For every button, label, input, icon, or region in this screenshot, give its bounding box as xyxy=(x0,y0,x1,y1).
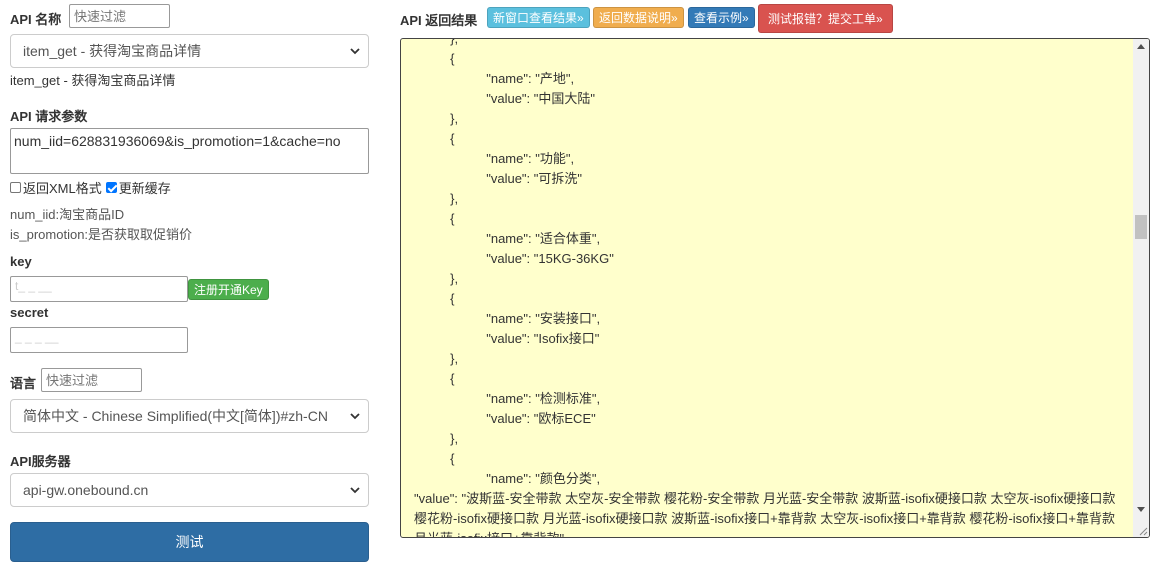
params-textarea[interactable] xyxy=(10,128,369,174)
chevron-down-icon xyxy=(350,413,360,420)
code-line: }, xyxy=(414,271,459,286)
xml-checkbox[interactable]: 返回XML格式 xyxy=(10,178,102,197)
new-window-button[interactable]: 新窗口查看结果» xyxy=(487,7,590,28)
code-line: { xyxy=(414,371,455,386)
code-line: { xyxy=(414,211,455,226)
code-line: }, xyxy=(414,351,459,366)
code-line: "value": "中国大陆" xyxy=(414,91,595,106)
xml-checkbox-label: 返回XML格式 xyxy=(23,181,102,196)
code-line: "name": "适合体重", xyxy=(414,231,601,246)
params-label: API 请求参数 xyxy=(10,109,88,124)
code-line: "value": "可拆洗" xyxy=(414,171,582,186)
key-label: key xyxy=(10,254,32,269)
code-line: "value": "15KG-36KG" xyxy=(414,251,614,266)
server-select-value: api-gw.onebound.cn xyxy=(23,482,149,498)
cache-checkbox-label: 更新缓存 xyxy=(118,181,171,196)
api-selected-text: item_get - 获得淘宝商品详情 xyxy=(10,73,176,88)
key-input[interactable]: t_ _ __ xyxy=(10,276,188,302)
code-line: }, xyxy=(414,38,459,46)
resize-handle-icon[interactable] xyxy=(1138,526,1148,536)
server-label: API服务器 xyxy=(10,454,71,469)
xml-checkbox-box[interactable] xyxy=(10,182,21,193)
code-line: }, xyxy=(414,191,459,206)
scroll-down-icon[interactable] xyxy=(1137,507,1145,513)
chevron-down-icon xyxy=(350,48,360,55)
test-button[interactable]: 测试 xyxy=(10,522,369,562)
scrollbar-thumb[interactable] xyxy=(1135,215,1147,239)
code-line: "name": "颜色分类", xyxy=(414,471,601,486)
result-code: }, { "name": "产地", "value": "中国大陆" }, { … xyxy=(414,38,1124,537)
result-output[interactable]: }, { "name": "产地", "value": "中国大陆" }, { … xyxy=(400,38,1150,538)
result-label: API 返回结果 xyxy=(400,13,478,28)
example-button[interactable]: 查看示例» xyxy=(688,7,755,28)
code-line: { xyxy=(414,131,455,146)
api-select-value: item_get - 获得淘宝商品详情 xyxy=(23,43,202,59)
code-line: "name": "产地", xyxy=(414,71,575,86)
code-line: { xyxy=(414,51,455,66)
lang-select[interactable]: 简体中文 - Chinese Simplified(中文[简体])#zh-CN xyxy=(10,399,369,433)
secret-label: secret xyxy=(10,305,49,320)
return-doc-button[interactable]: 返回数据说明» xyxy=(593,7,684,28)
chevron-down-icon xyxy=(350,487,360,494)
secret-input[interactable]: _ _ _ __ xyxy=(10,327,188,353)
code-line: }, xyxy=(414,431,459,446)
scroll-up-icon[interactable] xyxy=(1137,43,1145,49)
code-line: { xyxy=(414,291,455,306)
code-line: }, xyxy=(414,111,459,126)
param-help-num-iid: num_iid:淘宝商品ID xyxy=(10,207,125,222)
code-line: "name": "安装接口", xyxy=(414,311,601,326)
code-line: "name": "检测标准", xyxy=(414,391,601,406)
lang-filter-input[interactable] xyxy=(41,368,142,392)
code-line: "value": "Isofix接口" xyxy=(414,331,600,346)
code-line: "name": "功能", xyxy=(414,151,575,166)
report-button[interactable]: 测试报错？提交工单» xyxy=(758,4,893,33)
code-line: "value": "欧标ECE" xyxy=(414,411,596,426)
lang-label: 语言 xyxy=(10,376,37,391)
code-line: "value": "波斯蓝-安全带款 太空灰-安全带款 樱花粉-安全带款 月光蓝… xyxy=(414,491,1116,537)
cache-checkbox[interactable]: 更新缓存 xyxy=(105,178,171,197)
server-select[interactable]: api-gw.onebound.cn xyxy=(10,473,369,507)
result-scrollbar[interactable] xyxy=(1133,39,1149,537)
api-filter-input[interactable] xyxy=(69,4,170,28)
cache-checkbox-box[interactable] xyxy=(105,182,117,193)
register-key-button[interactable]: 注册开通Key xyxy=(188,279,269,300)
lang-select-value: 简体中文 - Chinese Simplified(中文[简体])#zh-CN xyxy=(23,408,328,424)
code-line: { xyxy=(414,451,455,466)
param-help-is-promotion: is_promotion:是否获取取促销价 xyxy=(10,227,193,242)
api-select[interactable]: item_get - 获得淘宝商品详情 xyxy=(10,34,369,68)
api-name-label: API 名称 xyxy=(10,12,62,27)
